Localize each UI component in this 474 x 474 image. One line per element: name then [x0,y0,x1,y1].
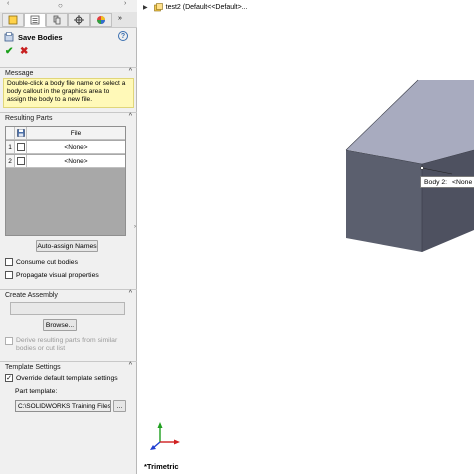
collapse-chevron-icon[interactable]: ^ [129,362,132,369]
create-assembly-header[interactable]: Create Assembly ^ [0,289,137,300]
message-box: Double-click a body file name or select … [3,78,134,108]
table-row[interactable]: 1 <None> [6,141,125,154]
pin-icon[interactable]: ○ [58,1,63,10]
tab-feature-manager[interactable] [2,13,24,27]
derive-label-line1: Derive resulting parts from similar [16,337,118,344]
tab-property-manager[interactable] [24,13,46,27]
collapse-arrows-icon[interactable]: ‹ [7,0,9,7]
consume-cut-bodies-checkbox[interactable] [5,258,13,266]
callout-body-label: Body 2: [424,178,448,186]
box-right-face[interactable] [422,150,474,252]
save-disk-icon [16,129,25,137]
expand-arrows-icon[interactable]: › [124,0,126,7]
box-front-face[interactable] [346,150,422,252]
browse-button[interactable]: Browse... [43,319,77,331]
template-settings-label: Template Settings [5,363,61,371]
ok-check-icon[interactable]: ✔ [5,46,13,57]
collapse-chevron-icon[interactable]: ^ [129,290,132,297]
propagate-visual-option[interactable]: Propagate visual properties [5,271,99,279]
body-callout[interactable]: Body 2: [420,176,452,188]
y-axis-arrow-icon [157,422,163,428]
message-section-header[interactable]: Message ^ [0,67,137,78]
row-number: 2 [6,155,15,167]
derive-parts-checkbox [5,337,13,345]
table-row[interactable]: 2 <None> [6,155,125,168]
row-save-checkbox[interactable] [16,143,25,151]
override-template-option[interactable]: ✓ Override default template settings [5,374,118,382]
resulting-parts-label: Resulting Parts [5,114,53,122]
derive-label-line2: bodies or cut list [16,345,66,352]
panel-top-strip: ○ ‹ › [0,0,137,12]
axis-triad [150,422,180,450]
consume-cut-bodies-option[interactable]: Consume cut bodies [5,258,78,266]
color-wheel-icon [97,16,105,24]
view-orientation-label: *Trimetric [144,462,179,471]
template-settings-header[interactable]: Template Settings ^ [0,361,137,372]
property-manager-panel: ○ ‹ › » Save Bodies ? ✔ ✖ Message ^ Doub… [0,0,137,474]
cancel-x-icon[interactable]: ✖ [20,46,28,57]
save-bodies-icon [4,32,14,42]
override-template-label: Override default template settings [16,374,118,382]
help-icon[interactable]: ? [118,31,128,41]
collapse-chevron-icon[interactable]: ^ [129,113,132,120]
message-header-label: Message [5,69,34,77]
row-file-cell[interactable]: <None> [27,155,125,167]
resulting-parts-table: File 1 <None> 2 <None> [5,126,126,236]
configuration-icon [53,15,61,25]
assembly-path-field[interactable] [10,302,125,315]
callout-file-label: <None [452,178,473,186]
resulting-parts-header[interactable]: Resulting Parts ^ [0,112,137,123]
row-number-header [6,127,15,139]
tab-dimxpert-manager[interactable] [68,13,90,27]
body-callout-file[interactable]: <None [449,176,474,188]
override-template-checkbox[interactable]: ✓ [5,374,13,382]
x-axis-arrow-icon [174,439,180,445]
table-header-row: File [6,127,125,140]
property-list-icon [30,15,40,25]
auto-assign-names-button[interactable]: Auto-assign Names [36,240,98,252]
row-file-cell[interactable]: <None> [27,141,125,153]
derive-parts-label: Derive resulting parts from similar bodi… [16,337,117,353]
panel-title: Save Bodies [18,32,63,42]
model-viewport [150,79,474,450]
part-template-path-field[interactable]: C:\SOLIDWORKS Training Files\ [15,400,111,412]
file-column-header[interactable]: File [27,127,125,139]
more-tabs-icon[interactable]: » [118,15,122,22]
collapse-chevron-icon[interactable]: ^ [129,68,132,75]
callout-anchor-point [420,166,424,170]
tab-configuration-manager[interactable] [46,13,68,27]
feature-tree-icon [8,15,18,25]
row-number: 1 [6,141,15,153]
derive-parts-option: Derive resulting parts from similar bodi… [5,337,117,353]
graphics-area[interactable]: ▶ test2 (Default<<Default>... Body 2: <N… [138,0,474,474]
create-assembly-label: Create Assembly [5,291,58,299]
box-top-face[interactable] [346,80,474,164]
manager-tabs: » [0,12,137,28]
row-save-checkbox[interactable] [16,157,25,165]
part-template-browse-button[interactable]: ... [113,400,126,412]
propagate-visual-checkbox[interactable] [5,271,13,279]
save-column-header[interactable] [15,127,27,139]
part-template-label: Part template: [15,388,58,395]
tab-display-manager[interactable] [90,13,112,27]
crosshair-icon [74,15,84,25]
consume-cut-bodies-label: Consume cut bodies [16,258,78,266]
propagate-visual-label: Propagate visual properties [16,271,99,279]
panel-title-row: Save Bodies [4,31,133,43]
